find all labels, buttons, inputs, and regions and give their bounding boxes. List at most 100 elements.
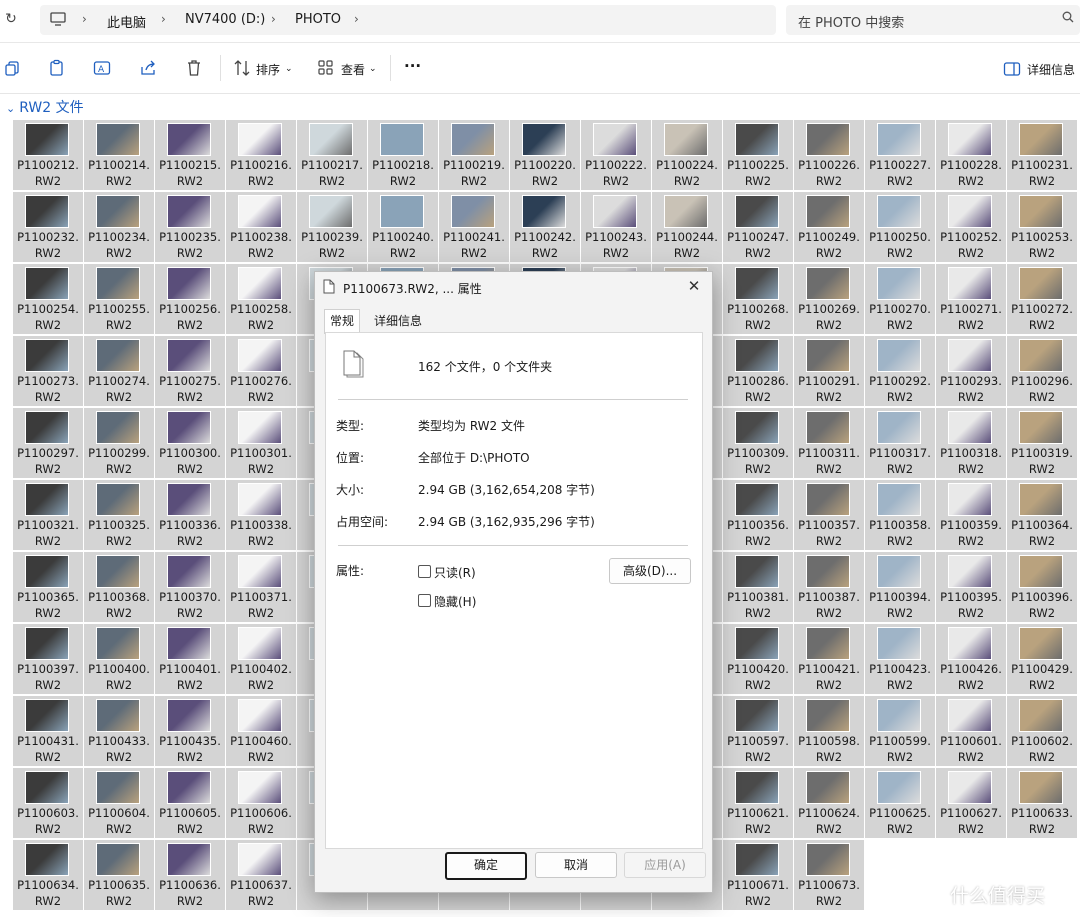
file-tile[interactable]: P1100234. RW2 — [84, 192, 154, 262]
apply-button[interactable]: 应用(A) — [624, 852, 706, 878]
file-tile[interactable]: P1100256. RW2 — [155, 264, 225, 334]
file-tile[interactable]: P1100275. RW2 — [155, 336, 225, 406]
file-tile[interactable]: P1100270. RW2 — [865, 264, 935, 334]
file-tile[interactable]: P1100212. RW2 — [13, 120, 83, 190]
file-tile[interactable]: P1100318. RW2 — [936, 408, 1006, 478]
copy-icon[interactable] — [4, 59, 22, 77]
file-tile[interactable]: P1100621. RW2 — [723, 768, 793, 838]
file-tile[interactable]: P1100215. RW2 — [155, 120, 225, 190]
file-tile[interactable]: P1100227. RW2 — [865, 120, 935, 190]
file-tile[interactable]: P1100396. RW2 — [1007, 552, 1077, 622]
breadcrumb[interactable]: › 此电脑 › NV7400 (D:) › PHOTO › — [40, 5, 776, 35]
sort-button[interactable]: 排序 — [256, 61, 280, 78]
file-tile[interactable]: P1100243. RW2 — [581, 192, 651, 262]
file-tile[interactable]: P1100606. RW2 — [226, 768, 296, 838]
file-tile[interactable]: P1100364. RW2 — [1007, 480, 1077, 550]
file-tile[interactable]: P1100268. RW2 — [723, 264, 793, 334]
file-tile[interactable]: P1100370. RW2 — [155, 552, 225, 622]
file-tile[interactable]: P1100633. RW2 — [1007, 768, 1077, 838]
rename-icon[interactable]: A — [93, 59, 111, 77]
file-tile[interactable]: P1100228. RW2 — [936, 120, 1006, 190]
file-tile[interactable]: P1100291. RW2 — [794, 336, 864, 406]
details-pane-icon[interactable] — [1003, 60, 1021, 78]
file-tile[interactable]: P1100435. RW2 — [155, 696, 225, 766]
file-tile[interactable]: P1100247. RW2 — [723, 192, 793, 262]
file-tile[interactable]: P1100460. RW2 — [226, 696, 296, 766]
file-tile[interactable]: P1100292. RW2 — [865, 336, 935, 406]
file-tile[interactable]: P1100400. RW2 — [84, 624, 154, 694]
hidden-label[interactable]: 隐藏(H) — [434, 593, 476, 610]
file-tile[interactable]: P1100222. RW2 — [581, 120, 651, 190]
file-tile[interactable]: P1100225. RW2 — [723, 120, 793, 190]
details-button[interactable]: 详细信息 — [1027, 61, 1075, 78]
file-tile[interactable]: P1100241. RW2 — [439, 192, 509, 262]
refresh-icon[interactable]: ↻ — [2, 11, 20, 29]
file-tile[interactable]: P1100309. RW2 — [723, 408, 793, 478]
view-icon[interactable] — [317, 59, 335, 77]
file-tile[interactable]: P1100272. RW2 — [1007, 264, 1077, 334]
file-tile[interactable]: P1100602. RW2 — [1007, 696, 1077, 766]
file-tile[interactable]: P1100601. RW2 — [936, 696, 1006, 766]
file-tile[interactable]: P1100598. RW2 — [794, 696, 864, 766]
file-tile[interactable]: P1100381. RW2 — [723, 552, 793, 622]
file-tile[interactable]: P1100242. RW2 — [510, 192, 580, 262]
file-tile[interactable]: P1100235. RW2 — [155, 192, 225, 262]
file-tile[interactable]: P1100297. RW2 — [13, 408, 83, 478]
file-tile[interactable]: P1100217. RW2 — [297, 120, 367, 190]
hidden-checkbox[interactable] — [418, 594, 431, 607]
file-tile[interactable]: P1100252. RW2 — [936, 192, 1006, 262]
readonly-label[interactable]: 只读(R) — [434, 564, 476, 581]
file-tile[interactable]: P1100311. RW2 — [794, 408, 864, 478]
file-tile[interactable]: P1100273. RW2 — [13, 336, 83, 406]
file-tile[interactable]: P1100401. RW2 — [155, 624, 225, 694]
file-tile[interactable]: P1100397. RW2 — [13, 624, 83, 694]
file-tile[interactable]: P1100356. RW2 — [723, 480, 793, 550]
file-tile[interactable]: P1100387. RW2 — [794, 552, 864, 622]
group-header[interactable]: ⌄ RW2 文件 — [6, 97, 84, 117]
file-tile[interactable]: P1100232. RW2 — [13, 192, 83, 262]
file-tile[interactable]: P1100286. RW2 — [723, 336, 793, 406]
file-tile[interactable]: P1100293. RW2 — [936, 336, 1006, 406]
file-tile[interactable]: P1100253. RW2 — [1007, 192, 1077, 262]
file-tile[interactable]: P1100258. RW2 — [226, 264, 296, 334]
file-tile[interactable]: P1100296. RW2 — [1007, 336, 1077, 406]
file-tile[interactable]: P1100603. RW2 — [13, 768, 83, 838]
breadcrumb-item-drive[interactable]: NV7400 (D:) — [185, 12, 265, 27]
file-tile[interactable]: P1100395. RW2 — [936, 552, 1006, 622]
file-tile[interactable]: P1100358. RW2 — [865, 480, 935, 550]
file-tile[interactable]: P1100671. RW2 — [723, 840, 793, 910]
file-tile[interactable]: P1100255. RW2 — [84, 264, 154, 334]
more-options-button[interactable]: ··· — [404, 57, 421, 75]
file-tile[interactable]: P1100276. RW2 — [226, 336, 296, 406]
ok-button[interactable]: 确定 — [445, 852, 527, 880]
file-tile[interactable]: P1100357. RW2 — [794, 480, 864, 550]
file-tile[interactable]: P1100426. RW2 — [936, 624, 1006, 694]
file-tile[interactable]: P1100301. RW2 — [226, 408, 296, 478]
file-tile[interactable]: P1100421. RW2 — [794, 624, 864, 694]
file-tile[interactable]: P1100431. RW2 — [13, 696, 83, 766]
file-tile[interactable]: P1100271. RW2 — [936, 264, 1006, 334]
file-tile[interactable]: P1100317. RW2 — [865, 408, 935, 478]
paste-icon[interactable] — [48, 59, 66, 77]
file-tile[interactable]: P1100637. RW2 — [226, 840, 296, 910]
breadcrumb-item-this-pc[interactable]: 此电脑 — [107, 12, 146, 31]
tab-general[interactable]: 常规 — [324, 309, 361, 334]
file-tile[interactable]: P1100214. RW2 — [84, 120, 154, 190]
file-tile[interactable]: P1100625. RW2 — [865, 768, 935, 838]
file-tile[interactable]: P1100371. RW2 — [226, 552, 296, 622]
file-tile[interactable]: P1100336. RW2 — [155, 480, 225, 550]
delete-icon[interactable] — [185, 59, 203, 77]
file-tile[interactable]: P1100599. RW2 — [865, 696, 935, 766]
file-tile[interactable]: P1100394. RW2 — [865, 552, 935, 622]
file-tile[interactable]: P1100429. RW2 — [1007, 624, 1077, 694]
file-tile[interactable]: P1100300. RW2 — [155, 408, 225, 478]
file-tile[interactable]: P1100338. RW2 — [226, 480, 296, 550]
file-tile[interactable]: P1100325. RW2 — [84, 480, 154, 550]
advanced-button[interactable]: 高级(D)... — [609, 558, 691, 584]
file-tile[interactable]: P1100220. RW2 — [510, 120, 580, 190]
sort-icon[interactable] — [233, 59, 251, 77]
breadcrumb-item-photo[interactable]: PHOTO — [295, 12, 341, 27]
file-tile[interactable]: P1100299. RW2 — [84, 408, 154, 478]
file-tile[interactable]: P1100319. RW2 — [1007, 408, 1077, 478]
file-tile[interactable]: P1100244. RW2 — [652, 192, 722, 262]
